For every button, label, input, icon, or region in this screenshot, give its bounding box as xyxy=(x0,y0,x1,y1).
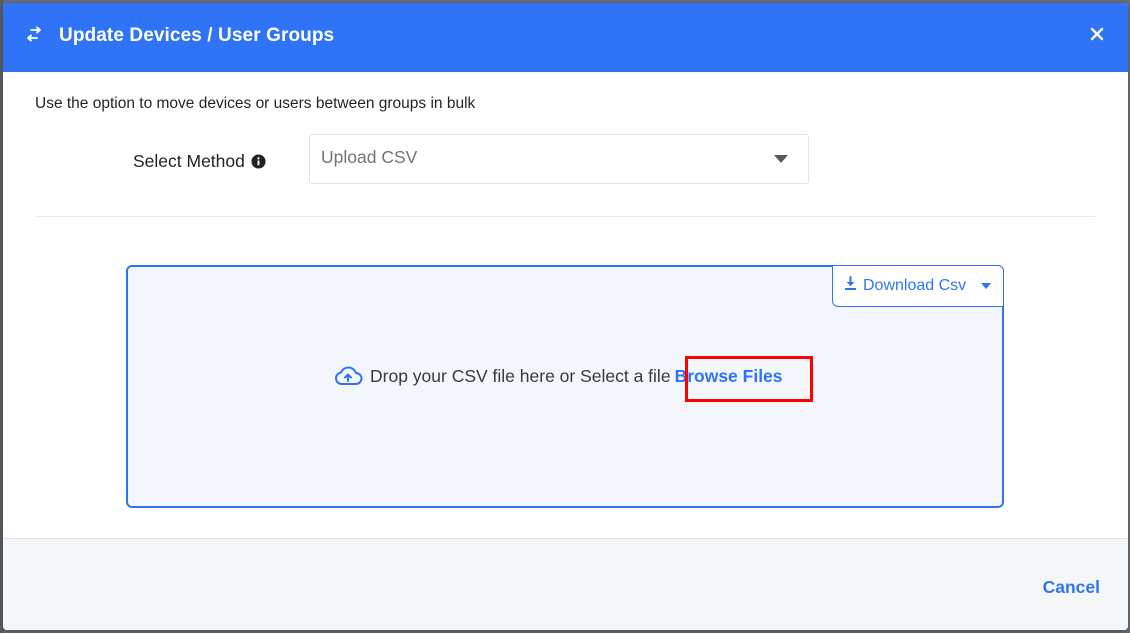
modal-header: Update Devices / User Groups xyxy=(3,3,1128,72)
cancel-button[interactable]: Cancel xyxy=(1043,577,1100,598)
select-method-label: Select Method xyxy=(133,151,266,172)
download-csv-button[interactable]: Download Csv xyxy=(832,265,1004,307)
modal-footer: Cancel xyxy=(3,538,1128,630)
modal-description: Use the option to move devices or users … xyxy=(35,95,476,112)
method-select-value: Upload CSV xyxy=(321,147,418,167)
method-select[interactable]: Upload CSV xyxy=(309,134,809,184)
cloud-upload-icon xyxy=(335,366,363,385)
download-csv-label: Download Csv xyxy=(863,277,967,294)
info-icon[interactable] xyxy=(251,154,266,169)
modal-title: Update Devices / User Groups xyxy=(59,25,335,46)
csv-dropzone[interactable]: Download Csv Drop your CSV file here or … xyxy=(126,265,1004,508)
close-icon[interactable] xyxy=(1086,23,1108,45)
update-groups-modal: Update Devices / User Groups Use the opt… xyxy=(3,3,1128,630)
chevron-down-icon xyxy=(981,283,991,289)
swap-arrows-icon xyxy=(27,26,41,42)
section-divider xyxy=(35,216,1095,217)
chevron-down-icon xyxy=(774,155,788,163)
select-method-text: Select Method xyxy=(133,151,245,171)
browse-files-link[interactable]: Browse Files xyxy=(675,366,783,387)
download-icon xyxy=(845,276,856,290)
dropzone-text: Drop your CSV file here or Select a file xyxy=(370,365,671,386)
dropzone-prompt: Drop your CSV file here or Select a file… xyxy=(333,365,783,387)
